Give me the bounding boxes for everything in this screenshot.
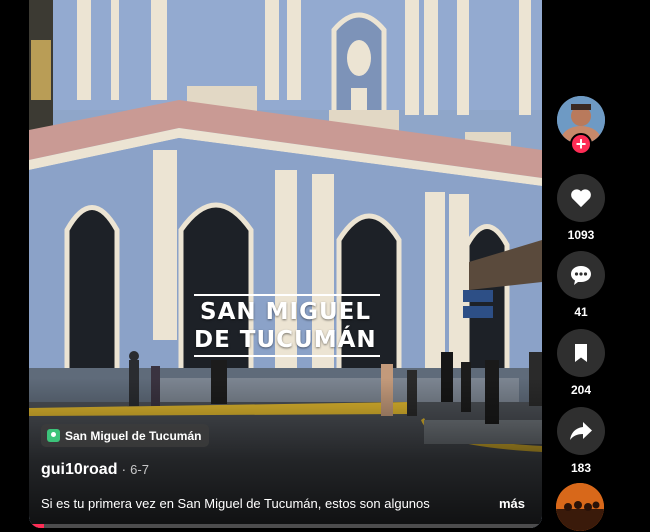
share-arrow-icon: [570, 422, 592, 440]
video-progress-bar[interactable]: [29, 524, 542, 528]
location-pin-icon: [47, 429, 60, 442]
follow-button[interactable]: +: [570, 133, 592, 155]
location-label: San Miguel de Tucumán: [65, 428, 202, 443]
comment-button[interactable]: [557, 251, 605, 299]
save-button[interactable]: [557, 329, 605, 377]
bookmark-icon: [575, 344, 587, 362]
video-caption: Si es tu primera vez en San Miguel de Tu…: [41, 496, 430, 511]
meta-separator: ·: [121, 461, 127, 477]
overlay-title-line-1: SAN MIGUEL: [200, 299, 371, 325]
comment-action[interactable]: 41: [557, 251, 605, 319]
comment-count: 41: [574, 305, 588, 319]
author-row: gui10road · 6-7: [41, 461, 149, 479]
share-action[interactable]: 183: [557, 407, 605, 475]
caption-more-button[interactable]: más: [499, 496, 525, 511]
video-progress-fill: [29, 524, 45, 528]
video-overlay-title: SAN MIGUEL DE TUCUMÁN: [194, 294, 380, 357]
sound-disc[interactable]: [556, 483, 604, 531]
like-button[interactable]: [557, 174, 605, 222]
share-count: 183: [570, 461, 592, 475]
location-tag[interactable]: San Miguel de Tucumán: [41, 424, 210, 447]
sound-cover-image: [556, 483, 604, 531]
save-action[interactable]: 204: [557, 329, 605, 397]
heart-icon: [571, 189, 591, 208]
overlay-title-line-2: DE TUCUMÁN: [194, 327, 377, 353]
comment-icon: [571, 266, 591, 285]
post-date: 6-7: [130, 462, 149, 477]
video-player[interactable]: SAN MIGUEL DE TUCUMÁN San Miguel de Tucu…: [29, 0, 542, 528]
like-count: 1093: [567, 228, 595, 242]
tiktok-video-page: SAN MIGUEL DE TUCUMÁN San Miguel de Tucu…: [0, 0, 650, 532]
author-username[interactable]: gui10road: [41, 461, 117, 479]
save-count: 204: [570, 383, 592, 397]
share-button[interactable]: [557, 407, 605, 455]
like-action[interactable]: 1093: [557, 174, 605, 242]
